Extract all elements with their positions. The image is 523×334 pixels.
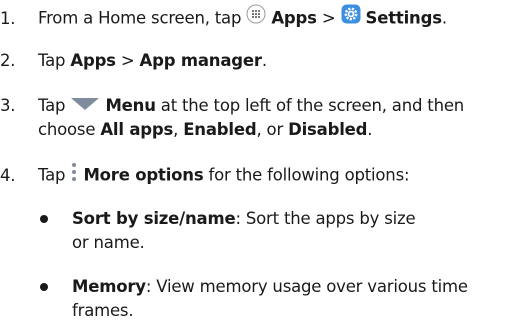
app-manager-label: App manager xyxy=(139,51,262,70)
more-options-icon xyxy=(70,162,78,188)
step-text: Tap xyxy=(38,96,66,115)
step-text-cont: for the following options: xyxy=(208,165,410,185)
bullet-sort-by-size-name: Sort by size/name: Sort the apps by size xyxy=(72,209,416,228)
enabled-label: Enabled xyxy=(183,120,257,139)
step-1: 1. From a Home screen, tap Apps > Setting… xyxy=(0,4,447,32)
memory-term: Memory xyxy=(72,277,146,296)
step-number: 4. xyxy=(0,165,16,185)
period: . xyxy=(441,8,447,28)
step-text: Tap xyxy=(38,165,66,185)
separator: > xyxy=(321,8,336,28)
apps-label: Apps xyxy=(70,51,116,70)
step-4: 4. Tap More options for the following opt… xyxy=(0,162,410,189)
step-3: 3. Tap Menu at the top left of the screen… xyxy=(0,95,464,118)
sort-by-size-name-term: Sort by size/name xyxy=(72,209,236,228)
step-text: From a Home screen, tap xyxy=(38,8,242,28)
bullet-dot xyxy=(40,283,48,291)
period: . xyxy=(261,51,267,70)
step-number: 1. xyxy=(0,8,16,28)
apps-grid-icon xyxy=(246,4,266,30)
bullet-memory: Memory: View memory usage over various t… xyxy=(72,277,468,296)
step-number: 2. xyxy=(0,51,16,70)
step-number: 3. xyxy=(0,96,16,115)
settings-gear-icon xyxy=(341,4,361,30)
apps-label: Apps xyxy=(271,8,317,28)
step-3-line-2: choose All apps, Enabled, or Disabled. xyxy=(38,120,373,139)
disabled-label: Disabled xyxy=(288,120,368,139)
more-options-label: More options xyxy=(83,165,204,185)
menu-triangle-icon xyxy=(70,95,100,117)
all-apps-label: All apps xyxy=(100,120,174,139)
step-text-cont: at the top left of the screen, and then xyxy=(160,96,465,115)
bullet-dot xyxy=(40,215,48,223)
menu-label: Menu xyxy=(105,96,156,115)
step-2: 2. Tap Apps > App manager. xyxy=(0,50,267,72)
step-text: Tap xyxy=(38,51,66,70)
bullet-memory-line-2: frames. xyxy=(72,301,134,320)
bullet-sort-line-2: or name. xyxy=(72,233,145,252)
settings-label: Settings xyxy=(365,8,442,28)
separator: > xyxy=(120,51,135,70)
